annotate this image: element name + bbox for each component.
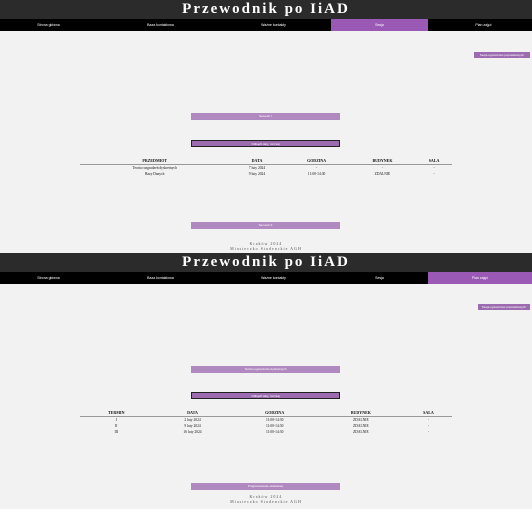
site-title: Przewodnik po IiAD: [182, 254, 350, 270]
retake-session-button[interactable]: Sesja egzaminów poprawkowych: [478, 304, 530, 310]
table-cell: 16 luty 2024: [183, 430, 202, 434]
table-cell: 11:00-14:30: [265, 430, 284, 434]
nav-item-home[interactable]: Strona główna: [0, 19, 97, 31]
nav-item-contacts-base[interactable]: Baza kontaktowa: [112, 272, 209, 284]
col-header: DATA: [229, 157, 285, 165]
table-header-row: TERMIN DATA GODZINA BUDYNEK SALA: [80, 409, 452, 417]
table-row: III 16 luty 2024 11:00-14:30 ZDALNIE -: [80, 429, 452, 435]
footer: Kraków 2024 Miasteczko Studenckie AGH: [0, 241, 532, 251]
site-title: Przewodnik po IiAD: [182, 1, 350, 17]
col-header: PRZEDMIOT: [80, 157, 230, 165]
site-header: Przewodnik po IiAD: [0, 0, 532, 19]
main-nav: Strona główna Baza kontaktowa Ważne kont…: [0, 19, 532, 31]
nav-item-schedule[interactable]: Plan zajęć: [435, 19, 532, 31]
col-header: BUDYNEK: [348, 157, 417, 165]
table-cell: ZDALNIE: [353, 430, 369, 434]
table-cell: 11:00-14:30: [307, 172, 326, 176]
col-header: SALA: [416, 157, 452, 165]
table-cell: ZDALNIE: [374, 172, 391, 176]
nav-item-session[interactable]: Sesja: [331, 19, 428, 31]
table-header-row: PRZEDMIOT DATA GODZINA BUDYNEK SALA: [80, 157, 452, 165]
table-cell: Bazy Danych: [144, 172, 165, 176]
footer-line: Miasteczko Studenckie AGH: [230, 499, 302, 504]
table-cell: -: [433, 172, 435, 176]
table-row: Bazy Danych 9 luty 2024 11:00-14:30 ZDAL…: [80, 171, 452, 177]
nav-item-home[interactable]: Strona główna: [0, 272, 97, 284]
nav-item-session[interactable]: Sesja: [331, 272, 428, 284]
retake-session-button[interactable]: Sesja egzaminów poprawkowych: [474, 52, 530, 58]
col-header: DATA: [152, 409, 233, 417]
show-dates-button[interactable]: Odbądź daty, rozmiaj: [191, 392, 340, 399]
nav-item-schedule[interactable]: Plan zajęć: [428, 272, 532, 284]
screen-session-semester: Przewodnik po IiAD Strona główna Baza ko…: [0, 0, 532, 253]
section-bar[interactable]: Termin egzaminów dyskretnych: [191, 366, 340, 373]
nav-item-contacts-base[interactable]: Baza kontaktowa: [112, 19, 209, 31]
semester-bar[interactable]: Semestr I: [191, 113, 340, 120]
exam-table: PRZEDMIOT DATA GODZINA BUDYNEK SALA Teor…: [80, 157, 452, 177]
semester-bar[interactable]: Semestr II: [191, 222, 340, 229]
screen-session-exam-dates: Przewodnik po IiAD Strona główna Baza ko…: [0, 253, 532, 509]
table-cell: -: [427, 430, 430, 434]
subject-bar[interactable]: Programowanie obiektowe: [191, 483, 340, 490]
nav-item-important-contacts[interactable]: Ważne kontakty: [225, 272, 322, 284]
show-dates-button[interactable]: Odbądź daty, rozmiaj: [191, 140, 340, 147]
site-header: Przewodnik po IiAD: [0, 253, 532, 272]
footer: Kraków 2024 Miasteczko Studenckie AGH: [0, 494, 532, 504]
col-header: BUDYNEK: [316, 409, 405, 417]
footer-line: Miasteczko Studenckie AGH: [230, 246, 302, 251]
main-nav: Strona główna Baza kontaktowa Ważne kont…: [0, 272, 532, 284]
table-cell: 9 luty 2024: [248, 172, 266, 176]
table-cell: III: [114, 430, 119, 434]
col-header: GODZINA: [232, 409, 317, 417]
col-header: SALA: [404, 409, 452, 417]
col-header: TERMIN: [80, 409, 153, 417]
col-header: GODZINA: [284, 157, 349, 165]
exam-dates-table: TERMIN DATA GODZINA BUDYNEK SALA I 2 lut…: [80, 409, 452, 435]
nav-item-important-contacts[interactable]: Ważne kontakty: [225, 19, 322, 31]
